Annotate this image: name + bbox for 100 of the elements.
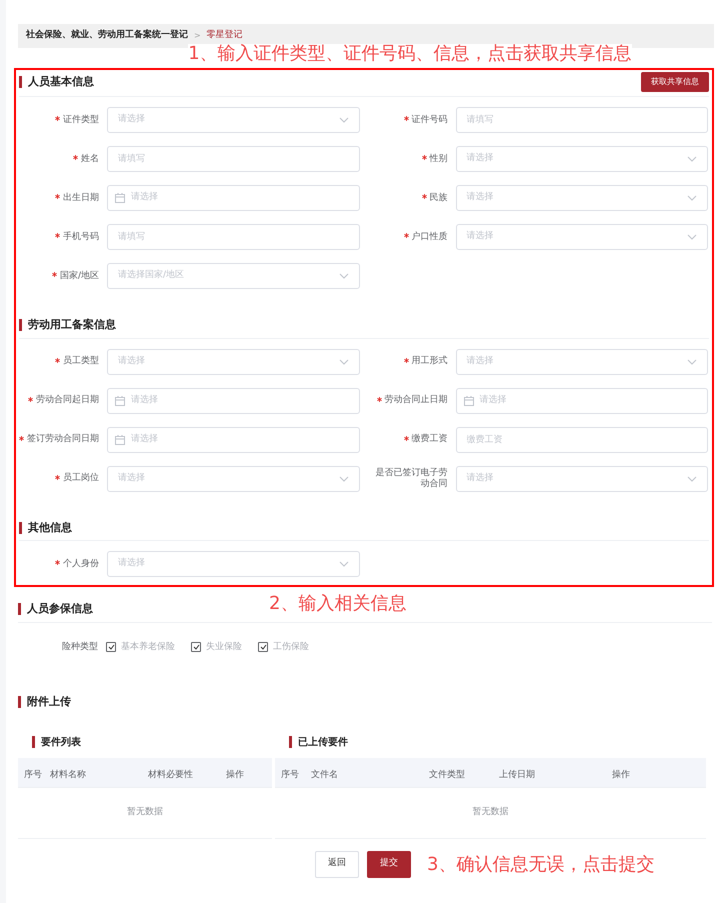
placeholder-text: 请选择 bbox=[131, 394, 158, 407]
select-field[interactable]: 请选择 bbox=[107, 107, 360, 133]
calendar-icon bbox=[115, 193, 125, 203]
check-icon bbox=[260, 644, 266, 650]
breadcrumb-item[interactable]: 零星登记 bbox=[206, 29, 243, 43]
select-field[interactable]: 请选择 bbox=[456, 466, 708, 492]
fetch-shared-info-button[interactable]: 获取共享信息 bbox=[641, 72, 709, 92]
placeholder-text: 请选择 bbox=[118, 113, 145, 126]
field-label: 签订劳动合同日期 bbox=[27, 434, 99, 445]
annotation-text: 2、输入相关信息 bbox=[268, 593, 408, 615]
column-header: 序号 bbox=[24, 770, 42, 780]
empty-text: 暂无数据 bbox=[472, 806, 508, 819]
date-field[interactable]: 请选择 bbox=[107, 185, 360, 211]
select-field[interactable]: 请选择 bbox=[456, 348, 708, 374]
field-label: 户口性质 bbox=[412, 232, 448, 242]
calendar-icon bbox=[115, 434, 125, 444]
checkbox[interactable] bbox=[258, 642, 268, 652]
select-field[interactable]: 请选择 bbox=[456, 224, 708, 250]
section-title: 人员参保信息 bbox=[27, 601, 93, 617]
chevron-down-icon bbox=[338, 273, 348, 279]
column-header: 上传日期 bbox=[499, 770, 535, 780]
placeholder-text: 请选择 bbox=[118, 354, 145, 368]
empty-text: 暂无数据 bbox=[127, 806, 163, 819]
section-title: 其他信息 bbox=[28, 520, 72, 536]
chevron-down-icon bbox=[338, 476, 348, 482]
section-title: 要件列表 bbox=[41, 736, 81, 750]
field-label: 用工形式 bbox=[412, 356, 448, 367]
section-title: 已上传要件 bbox=[298, 736, 348, 750]
column-header: 操作 bbox=[226, 770, 244, 780]
breadcrumb-separator: > bbox=[194, 30, 201, 42]
select-field[interactable]: 请选择 bbox=[456, 185, 708, 211]
chevron-down-icon bbox=[687, 476, 697, 482]
checkbox[interactable] bbox=[191, 642, 201, 652]
annotation-text: 3、确认信息无误，点击提交 bbox=[427, 854, 654, 876]
checkbox-label: 工伤保险 bbox=[273, 640, 309, 654]
field-label: 个人身份 bbox=[63, 558, 99, 570]
placeholder-text: 请选择 bbox=[480, 394, 506, 407]
select-field[interactable]: 请选择国家/地区 bbox=[107, 263, 360, 289]
field-label: 员工岗位 bbox=[63, 473, 99, 484]
field-label: 姓名 bbox=[81, 154, 99, 164]
field-label: 国家/地区 bbox=[60, 270, 99, 282]
calendar-icon bbox=[115, 396, 125, 406]
column-header: 操作 bbox=[612, 770, 630, 780]
column-header: 材料名称 bbox=[50, 770, 86, 780]
chevron-down-icon bbox=[687, 195, 697, 201]
check-icon bbox=[192, 644, 200, 650]
checkbox-label: 失业保险 bbox=[206, 640, 242, 654]
select-field[interactable]: 请选择 bbox=[107, 348, 360, 374]
chevron-down-icon bbox=[687, 234, 697, 240]
field-label: 员工类型 bbox=[63, 356, 99, 367]
date-field[interactable]: 请选择 bbox=[107, 426, 360, 452]
field-label: 缴费工资 bbox=[412, 434, 448, 445]
field-label: 劳动合同起日期 bbox=[36, 395, 99, 406]
field-label: 民族 bbox=[430, 192, 448, 204]
placeholder-text: 请选择 bbox=[466, 354, 494, 368]
chevron-down-icon bbox=[687, 156, 697, 162]
placeholder-text: 请选择 bbox=[118, 557, 145, 570]
placeholder-text: 请选择 bbox=[466, 152, 494, 166]
field-label: 证件类型 bbox=[63, 114, 99, 126]
breadcrumb-item[interactable]: 社会保险、就业、劳动用工备案统一登记 bbox=[26, 29, 188, 43]
back-button[interactable]: 返回 bbox=[315, 850, 359, 878]
section-title: 附件上传 bbox=[27, 694, 71, 710]
placeholder-text: 请选择 bbox=[131, 432, 158, 446]
field-label: 是否已签订电子劳动合同 bbox=[374, 468, 448, 490]
chevron-down-icon bbox=[338, 561, 348, 567]
chevron-down-icon bbox=[338, 358, 348, 364]
section-title: 人员基本信息 bbox=[28, 74, 94, 90]
placeholder-text: 请选择 bbox=[466, 191, 494, 204]
calendar-icon bbox=[464, 396, 474, 406]
submit-button[interactable]: 提交 bbox=[367, 850, 411, 878]
select-field[interactable]: 请选择 bbox=[456, 146, 708, 172]
checkbox[interactable] bbox=[106, 642, 116, 652]
field-label: 劳动合同止日期 bbox=[384, 395, 448, 406]
input-field[interactable]: 请填写 bbox=[107, 224, 360, 250]
date-field[interactable]: 请选择 bbox=[456, 388, 708, 414]
input-field[interactable]: 请填写 bbox=[456, 107, 708, 133]
check-icon bbox=[108, 644, 114, 650]
column-header: 材料必要性 bbox=[148, 770, 193, 780]
placeholder-text: 请选择 bbox=[131, 191, 158, 204]
field-label: 证件号码 bbox=[412, 114, 448, 126]
date-field[interactable]: 请选择 bbox=[107, 388, 360, 414]
input-field[interactable]: 缴费工资 bbox=[456, 426, 708, 452]
placeholder-text: 请选择 bbox=[466, 472, 494, 485]
checkbox-label: 基本养老保险 bbox=[121, 640, 175, 654]
select-field[interactable]: 请选择 bbox=[107, 551, 360, 577]
field-label: 险种类型 bbox=[62, 640, 98, 654]
field-label: 性别 bbox=[430, 154, 448, 164]
column-header: 序号 bbox=[281, 770, 299, 780]
field-label: 出生日期 bbox=[63, 192, 99, 204]
column-header: 文件名 bbox=[311, 770, 338, 780]
column-header: 文件类型 bbox=[429, 770, 465, 780]
section-title: 劳动用工备案信息 bbox=[28, 317, 116, 333]
select-field[interactable]: 请选择 bbox=[107, 466, 360, 492]
field-label: 手机号码 bbox=[63, 232, 99, 242]
placeholder-text: 请选择国家/地区 bbox=[118, 269, 184, 282]
placeholder-text: 请选择 bbox=[466, 230, 494, 244]
chevron-down-icon bbox=[687, 358, 697, 364]
placeholder-text: 请选择 bbox=[118, 472, 145, 485]
chevron-down-icon bbox=[338, 117, 348, 123]
input-field[interactable]: 请填写 bbox=[107, 146, 360, 172]
